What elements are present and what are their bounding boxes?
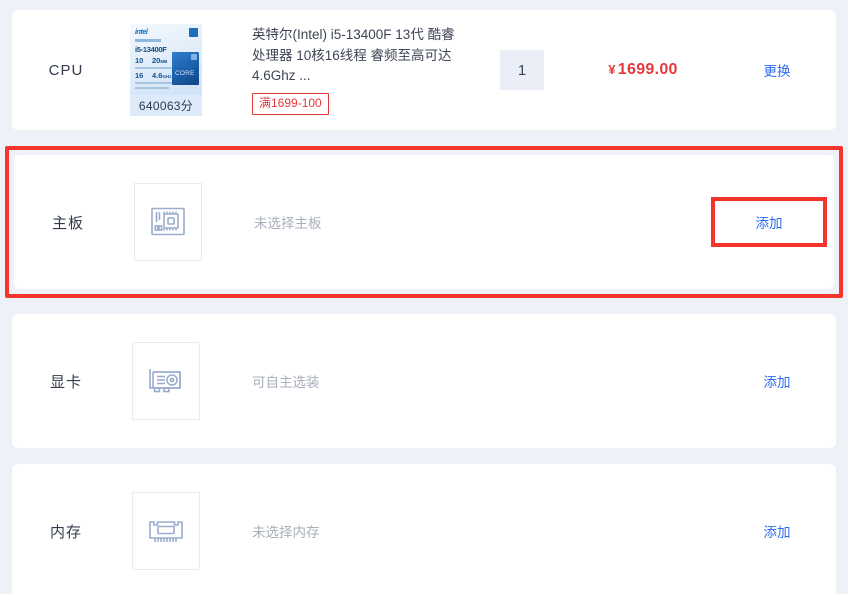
- cpu-model-text: i5-13400F: [135, 45, 167, 54]
- part-description-memory: 未选择内存: [212, 521, 476, 541]
- part-category-label-motherboard: 主板: [51, 214, 84, 232]
- part-thumbnail-graphics-card: [120, 342, 212, 420]
- cpu-product-photo-icon[interactable]: intel i5-13400F 10 20MB 16 4.6GHz CORE 6…: [130, 24, 202, 116]
- highlight-outline-add-button-motherboard[interactable]: 添加: [711, 197, 827, 247]
- quantity-cell-cpu: 1: [476, 50, 568, 90]
- action-cell-motherboard: 添加: [704, 197, 834, 247]
- product-title-cpu[interactable]: 英特尔(Intel) i5-13400F 13代 酷睿 处理器 10核16线程 …: [252, 25, 464, 86]
- cpu-box-art: intel i5-13400F 10 20MB 16 4.6GHz CORE: [130, 24, 202, 95]
- placeholder-text-motherboard: 未选择主板: [254, 216, 322, 231]
- placeholder-text-memory: 未选择内存: [252, 525, 320, 540]
- cpu-gen-bar: [135, 39, 161, 42]
- pc-builder-part-list: CPU intel i5-13400F 10 20MB 16 4.6GHz CO…: [0, 0, 848, 594]
- graphics-card-icon: [149, 369, 181, 393]
- cpu-benchmark-score-badge: 640063分: [130, 95, 202, 116]
- add-button-graphics-card[interactable]: 添加: [764, 371, 791, 391]
- part-thumbnail-cpu[interactable]: intel i5-13400F 10 20MB 16 4.6GHz CORE 6…: [120, 24, 212, 116]
- cpu-chip-render: CORE: [172, 52, 199, 85]
- part-row-cpu[interactable]: CPU intel i5-13400F 10 20MB 16 4.6GHz CO…: [12, 10, 836, 130]
- price-cell-cpu: ¥1699.00: [568, 61, 718, 79]
- placeholder-frame-memory: [132, 492, 200, 570]
- highlight-outline-motherboard-row: 主板 未选择主板 添加: [5, 146, 843, 298]
- placeholder-frame-graphics-card: [132, 342, 200, 420]
- action-cell-memory: 添加: [718, 521, 836, 541]
- add-button-motherboard[interactable]: 添加: [756, 212, 783, 232]
- part-row-memory[interactable]: 内存 未选择内存 添加: [12, 464, 836, 594]
- part-category-label-memory: 内存: [49, 523, 82, 541]
- cpu-box-footer-line: [135, 87, 169, 89]
- intel-brand-text: intel: [135, 29, 148, 36]
- add-button-memory[interactable]: 添加: [764, 521, 791, 541]
- action-cell-cpu: 更换: [718, 60, 836, 80]
- part-category-label-cpu: CPU: [48, 61, 84, 79]
- motherboard-icon: [151, 207, 185, 236]
- part-thumbnail-motherboard: [122, 183, 214, 261]
- cpu-box-corner-badge: [189, 28, 198, 37]
- part-description-graphics-card: 可自主选装: [212, 371, 476, 391]
- currency-symbol: ¥: [608, 62, 616, 77]
- price-value-cpu: 1699.00: [617, 61, 678, 78]
- replace-button-cpu[interactable]: 更换: [764, 60, 791, 80]
- memory-ram-icon: [149, 521, 183, 542]
- part-row-motherboard[interactable]: 主板 未选择主板 添加: [14, 155, 834, 289]
- part-category-label-graphics-card: 显卡: [49, 373, 82, 391]
- part-thumbnail-memory: [120, 492, 212, 570]
- promo-tag-cpu: 满1699-100: [252, 93, 329, 115]
- part-row-graphics-card[interactable]: 显卡 可自主选装 添加: [12, 314, 836, 448]
- part-description-motherboard: 未选择主板: [214, 212, 462, 232]
- part-description-cpu: 英特尔(Intel) i5-13400F 13代 酷睿 处理器 10核16线程 …: [212, 25, 476, 115]
- placeholder-frame-motherboard: [134, 183, 202, 261]
- quantity-stepper-cpu[interactable]: 1: [500, 50, 544, 90]
- action-cell-graphics-card: 添加: [718, 371, 836, 391]
- cpu-core-word: CORE: [175, 70, 195, 77]
- cpu-chip-tag: [191, 54, 197, 60]
- placeholder-text-graphics-card: 可自主选装: [252, 375, 320, 390]
